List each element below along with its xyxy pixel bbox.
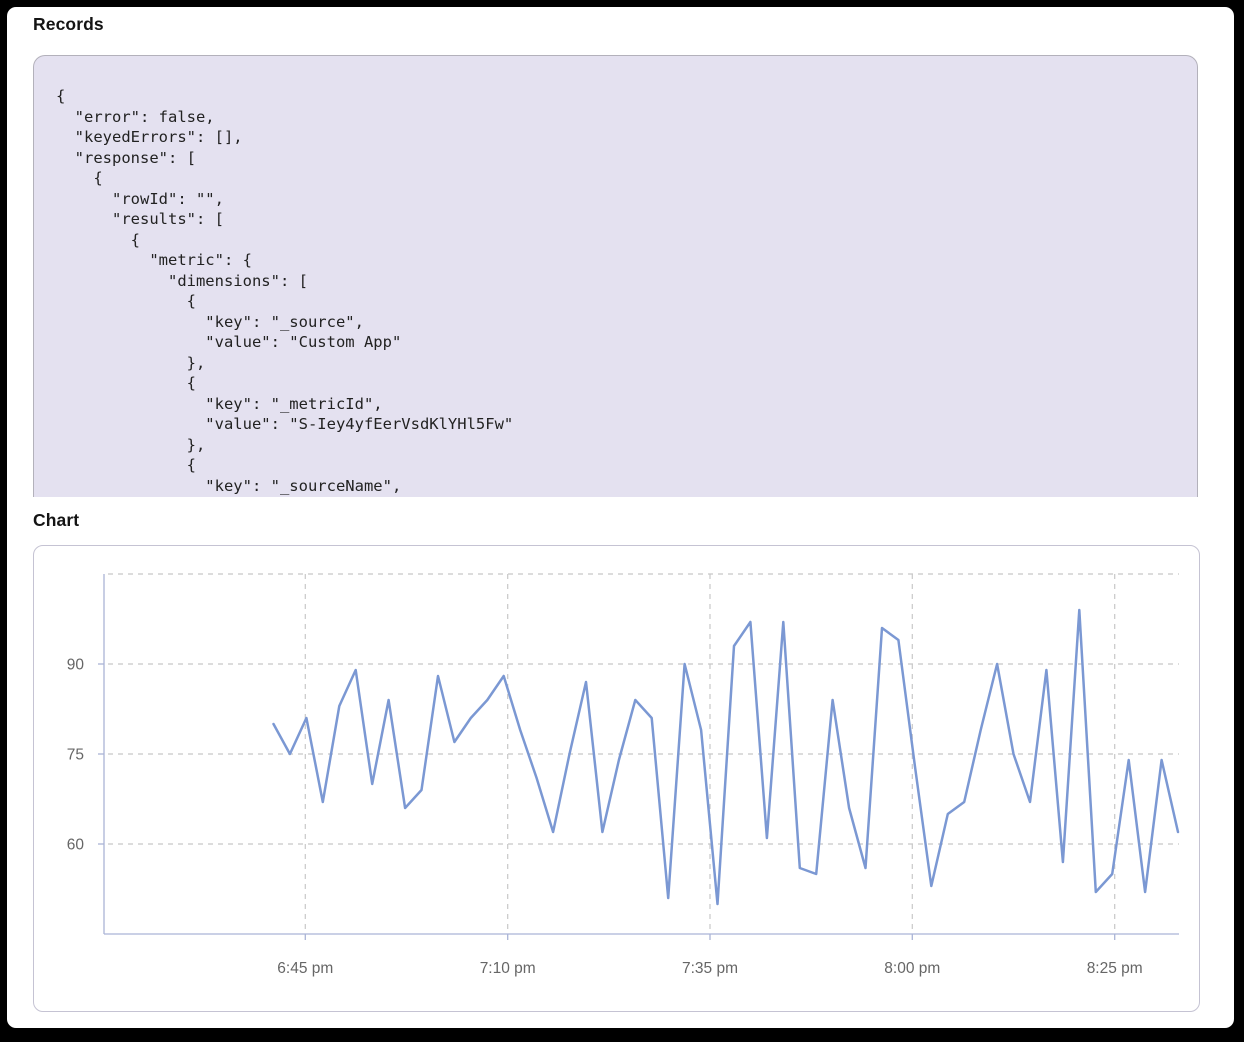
x-axis-tick-label: 6:45 pm (277, 960, 333, 977)
code-line: "keyedErrors": [], (56, 127, 1197, 148)
code-line: "results": [ (56, 209, 1197, 230)
code-line: { (56, 373, 1197, 394)
records-code-lines: { "error": false, "keyedErrors": [], "re… (56, 86, 1197, 496)
code-line: { (56, 455, 1197, 476)
code-line: "dimensions": [ (56, 271, 1197, 292)
code-line: { (56, 230, 1197, 251)
metric-line-series (274, 610, 1179, 904)
code-line: "value": "S-Iey4yfEerVsdKlYHl5Fw" (56, 414, 1197, 435)
code-line: "key": "_source", (56, 312, 1197, 333)
records-code-block[interactable]: { "error": false, "keyedErrors": [], "re… (33, 55, 1198, 497)
code-line: "rowId": "", (56, 189, 1197, 210)
code-line: "response": [ (56, 148, 1197, 169)
code-line: "metric": { (56, 250, 1197, 271)
chart-card: 90 75 60 6:45 pm 7:10 pm 7:35 pm 8:00 pm 8:25 p… (33, 545, 1200, 1012)
code-line: { (56, 168, 1197, 189)
x-axis-tick-label: 7:35 pm (682, 960, 738, 977)
y-axis-tick-label: 90 (67, 657, 85, 674)
code-line: "key": "_sourceName", (56, 476, 1197, 497)
app-window: Records { "error": false, "keyedErrors":… (7, 7, 1234, 1028)
code-line: { (56, 291, 1197, 312)
code-line: "value": "Custom App" (56, 332, 1197, 353)
records-section-title: Records (33, 14, 104, 35)
code-line: "key": "_metricId", (56, 394, 1197, 415)
x-axis-tick-label: 8:00 pm (884, 960, 940, 977)
y-axis-tick-label: 75 (67, 747, 84, 764)
code-line: "error": false, (56, 107, 1197, 128)
line-chart-svg[interactable]: 90 75 60 6:45 pm 7:10 pm 7:35 pm 8:00 pm 8:25 p… (34, 546, 1199, 1011)
y-axis-tick-label: 60 (67, 837, 85, 854)
x-axis-tick-label: 8:25 pm (1087, 960, 1143, 977)
code-line: }, (56, 353, 1197, 374)
chart-section-title: Chart (33, 510, 79, 531)
x-axis-tick-label: 7:10 pm (480, 960, 536, 977)
code-line: }, (56, 435, 1197, 456)
code-line: { (56, 86, 1197, 107)
